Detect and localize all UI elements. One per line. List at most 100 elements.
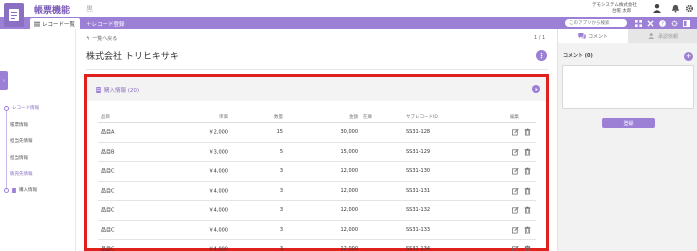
trash-icon[interactable] [524, 187, 531, 195]
table-row[interactable]: 品目C ￥4,000 3 12,000 SS31-131 [98, 182, 536, 201]
cell-price: ￥4,000 [208, 168, 228, 175]
table-row[interactable]: 品目B ￥3,000 5 15,000 SS31-129 [98, 143, 536, 162]
sidebar-item-record-info[interactable]: レコード情報 [4, 105, 39, 111]
cell-item: 品目A [101, 129, 115, 136]
cell-subrecord-id: SS31-134 [406, 246, 431, 251]
tab-record-list[interactable]: レコード一覧 [30, 18, 80, 29]
section-expand-button[interactable] [532, 85, 540, 93]
user-avatar-icon[interactable] [652, 3, 662, 13]
help-icon[interactable]: ? [658, 19, 666, 27]
edit-icon[interactable] [512, 148, 519, 156]
cell-qty: 3 [279, 226, 283, 233]
table-row[interactable]: 品目A ￥2,000 15 30,000 SS31-128 [98, 123, 536, 143]
purchase-table: 品目 単価 数量 金額 在庫 サブレコードID 編集 品目A ￥2,000 15 30… [98, 111, 536, 251]
trash-icon[interactable] [524, 206, 531, 214]
sidebar-item-sales-info[interactable]: 販売先情報 [10, 171, 33, 177]
section-title[interactable]: 購入情報 (20) [96, 86, 139, 94]
cell-amount: 12,000 [340, 226, 359, 233]
cell-amount: 12,000 [340, 207, 359, 214]
cell-item: 品目C [101, 207, 115, 214]
tab-approval-request[interactable]: 承認依頼 [628, 29, 697, 43]
table-row[interactable]: 品目C ￥4,000 3 12,000 SS31-130 [98, 162, 536, 182]
nav-bar: レコード一覧 ＋レコード登録 ? [0, 17, 697, 29]
tab-comment-label: コメント [587, 33, 608, 40]
row-actions [512, 148, 531, 156]
cell-item: 品目C [101, 188, 115, 195]
sidebar-item-label: 帳票情報 [10, 123, 28, 128]
edit-icon[interactable] [512, 207, 519, 214]
comment-icon [578, 33, 586, 39]
cell-price: ￥2,000 [208, 129, 228, 136]
trash-icon[interactable] [524, 148, 531, 156]
row-actions [512, 167, 531, 175]
sidebar-item-label: レコード情報 [12, 106, 39, 111]
cell-amount: 12,000 [340, 187, 359, 194]
edit-icon[interactable] [512, 168, 519, 175]
cell-qty: 15 [276, 129, 283, 136]
section-header: 購入情報 (20) [87, 77, 546, 101]
edit-icon[interactable] [512, 129, 519, 136]
tab-approval-label: 承認依頼 [657, 33, 678, 40]
more-menu-button[interactable]: ⋮ [536, 50, 547, 61]
cell-qty: 3 [279, 207, 283, 214]
trash-icon[interactable] [524, 226, 531, 234]
row-actions [512, 206, 531, 214]
user-icon [648, 33, 656, 39]
search-input[interactable] [565, 19, 627, 27]
cell-amount: 12,000 [340, 246, 359, 251]
cell-qty: 3 [279, 168, 283, 175]
column-header-stock: 在庫 [363, 114, 372, 120]
bell-icon[interactable] [670, 3, 680, 13]
tab-record-register[interactable]: ＋レコード登録 [86, 18, 125, 29]
edit-icon[interactable] [512, 246, 519, 251]
sidebar-item-label: 担当先情報 [10, 139, 33, 144]
sidebar-item-form-info[interactable]: 帳票情報 [10, 122, 28, 128]
comment-count-label: コメント (0) [563, 53, 593, 59]
page-title: 株式会社 トリヒキサキ [86, 52, 179, 62]
trash-icon[interactable] [524, 128, 531, 136]
comment-textarea[interactable] [562, 65, 694, 109]
settings-icon[interactable] [670, 19, 678, 27]
back-arrow-icon: ↰ [86, 35, 91, 42]
app-logo-icon[interactable] [4, 3, 24, 27]
grid-icon[interactable] [634, 19, 642, 27]
layout-toggle-icon[interactable] [682, 19, 690, 27]
sidebar-item-contact-info[interactable]: 担当先情報 [10, 138, 33, 144]
submit-comment-button[interactable]: 登録 [602, 118, 655, 128]
sidebar-expand-button[interactable]: › [0, 71, 8, 90]
cell-item: 品目B [101, 149, 115, 156]
cell-item: 品目C [101, 168, 115, 175]
add-comment-button[interactable]: + [684, 52, 693, 61]
document-icon [96, 87, 101, 93]
cell-price: ￥3,000 [208, 149, 228, 156]
tab-comment[interactable]: コメント [558, 29, 628, 43]
trash-icon[interactable] [524, 167, 531, 175]
trash-icon[interactable] [524, 245, 531, 251]
table-row[interactable]: 品目C ￥4,000 3 12,000 SS31-133 [98, 221, 536, 240]
document-icon [12, 187, 16, 193]
cell-item: 品目C [101, 246, 115, 251]
back-to-list-link[interactable]: ↰ 一覧へ戻る [86, 35, 117, 43]
edit-icon[interactable] [512, 187, 519, 195]
cell-amount: 15,000 [340, 148, 359, 155]
table-row[interactable]: 品目C ￥4,000 3 12,000 SS31-132 [98, 201, 536, 221]
header-divider [86, 69, 548, 70]
table-header: 品目 単価 数量 金額 在庫 サブレコードID 編集 [98, 111, 536, 123]
column-header-qty: 数量 [274, 114, 283, 120]
cell-amount: 12,000 [340, 168, 359, 175]
cell-price: ￥4,000 [208, 227, 228, 234]
purchase-info-section: 購入情報 (20) 品目 単価 数量 金額 在庫 サブレコードID 編集 品目A… [84, 74, 549, 251]
cell-subrecord-id: SS31-131 [406, 187, 431, 194]
table-row[interactable]: 品目C ￥4,000 3 12,000 SS31-134 [98, 240, 536, 251]
column-header-price: 単価 [219, 114, 228, 120]
sidebar-item-staff-info[interactable]: 担当情報 [10, 155, 28, 161]
row-actions [512, 187, 531, 195]
sidebar-item-purchase-info[interactable]: 購入情報 [4, 187, 37, 193]
sidebar-item-label: 担当情報 [10, 156, 28, 161]
tree-node-icon [4, 105, 9, 111]
gear-icon[interactable] [684, 3, 694, 13]
column-header-edit: 編集 [510, 114, 519, 120]
tools-icon[interactable] [646, 19, 654, 27]
user-name-label: 台帳 太郎 [612, 9, 632, 14]
edit-icon[interactable] [512, 226, 519, 234]
